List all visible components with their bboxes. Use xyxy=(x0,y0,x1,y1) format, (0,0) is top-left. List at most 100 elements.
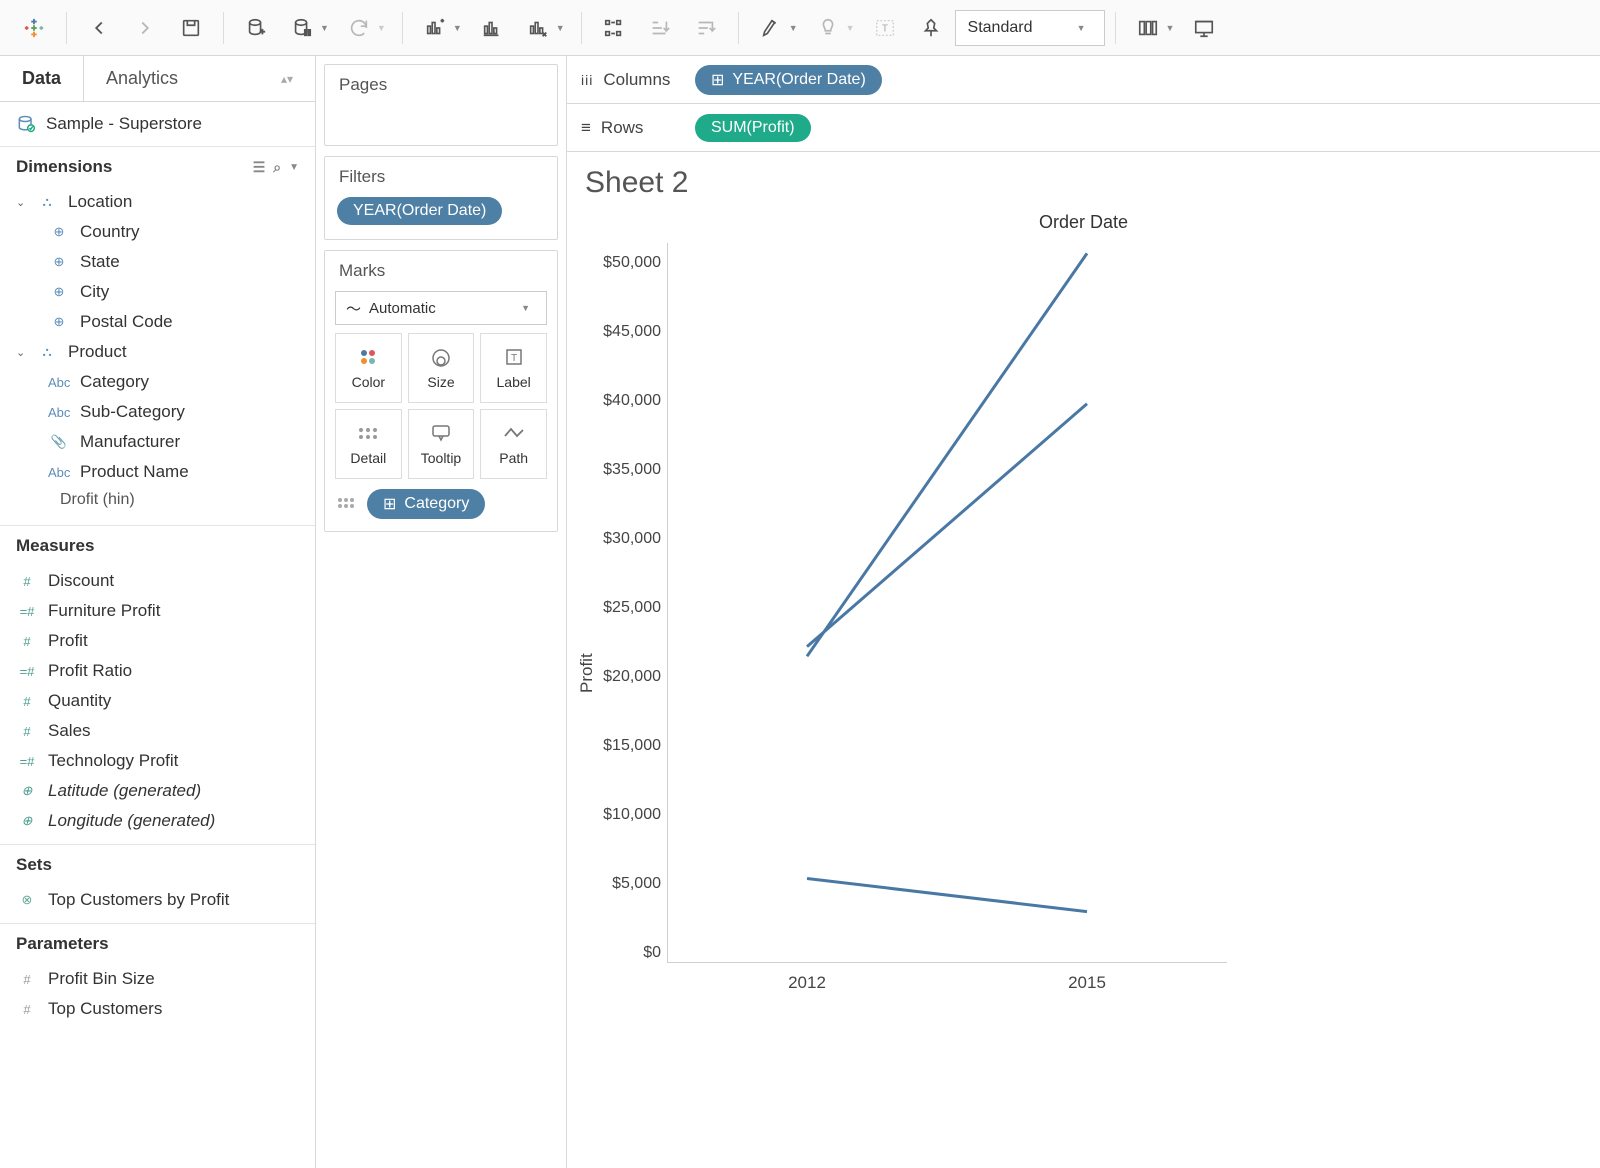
presentation-button[interactable] xyxy=(1182,8,1226,48)
new-worksheet-button[interactable] xyxy=(413,8,457,48)
dropdown-caret-icon[interactable]: ▼ xyxy=(556,23,571,33)
measure-sales[interactable]: #Sales xyxy=(0,716,315,746)
highlight-button[interactable] xyxy=(749,8,793,48)
analytics-label: Analytics xyxy=(106,68,178,89)
dropdown-caret-icon[interactable]: ▼ xyxy=(789,23,804,33)
forward-button[interactable] xyxy=(123,8,167,48)
measure-profit-ratio[interactable]: =#Profit Ratio xyxy=(0,656,315,686)
y-tick: $20,000 xyxy=(585,668,661,686)
line-glyph-icon: 〜 xyxy=(346,298,361,319)
columns-shelf[interactable]: iiiColumns ⊞YEAR(Order Date) xyxy=(567,56,1600,104)
back-button[interactable] xyxy=(77,8,121,48)
sort-asc-button[interactable] xyxy=(638,8,682,48)
y-tick: $15,000 xyxy=(585,737,661,755)
show-me-button[interactable] xyxy=(1126,8,1170,48)
dim-country[interactable]: ⊕Country xyxy=(0,217,315,247)
path-icon xyxy=(503,422,525,444)
rows-icon: ≡ xyxy=(581,118,591,138)
measure-longitude[interactable]: ⊕Longitude (generated) xyxy=(0,806,315,836)
mark-path[interactable]: Path xyxy=(480,409,547,479)
mark-tooltip[interactable]: Tooltip xyxy=(408,409,475,479)
datasource-row[interactable]: Sample - Superstore xyxy=(0,102,315,147)
measure-latitude[interactable]: ⊕Latitude (generated) xyxy=(0,776,315,806)
measures-header: Measures xyxy=(0,526,315,564)
measure-quantity[interactable]: #Quantity xyxy=(0,686,315,716)
dropdown-caret-icon[interactable]: ▼ xyxy=(320,23,335,33)
parameters-header: Parameters xyxy=(0,924,315,962)
dim-subcategory[interactable]: AbcSub-Category xyxy=(0,397,315,427)
filter-pill-year[interactable]: YEAR(Order Date) xyxy=(337,197,502,225)
rows-pill-sum-profit[interactable]: SUM(Profit) xyxy=(695,114,811,142)
param-profit-bin[interactable]: #Profit Bin Size xyxy=(0,964,315,994)
marks-card: Marks 〜Automatic ▼ Color Size TLabel Det… xyxy=(324,250,558,532)
x-tick: 2015 xyxy=(1068,973,1106,993)
text-button[interactable]: T xyxy=(863,8,907,48)
sets-header: Sets xyxy=(0,845,315,883)
dim-city[interactable]: ⊕City xyxy=(0,277,315,307)
y-tick: $45,000 xyxy=(585,323,661,341)
group-button[interactable] xyxy=(806,8,850,48)
filters-title: Filters xyxy=(325,157,557,197)
chart-canvas[interactable]: Profit $0$5,000$10,000$15,000$20,000$25,… xyxy=(567,237,1600,1168)
tab-data[interactable]: Data xyxy=(0,56,83,101)
tableau-logo[interactable] xyxy=(12,8,56,48)
y-tick: $30,000 xyxy=(585,530,661,548)
sort-desc-button[interactable] xyxy=(684,8,728,48)
search-icon[interactable]: ⌕ xyxy=(273,159,281,176)
columns-pill-year[interactable]: ⊞YEAR(Order Date) xyxy=(695,65,882,95)
y-tick: $10,000 xyxy=(585,806,661,824)
series-line[interactable] xyxy=(807,253,1087,656)
dropdown-caret-icon[interactable]: ▼ xyxy=(453,23,468,33)
duplicate-sheet-button[interactable] xyxy=(470,8,514,48)
detail-pill-category[interactable]: ⊞Category xyxy=(367,489,485,519)
refresh-button[interactable] xyxy=(337,8,381,48)
pause-datasource-button[interactable] xyxy=(280,8,324,48)
menu-caret-icon[interactable]: ▼ xyxy=(289,162,299,173)
dim-state[interactable]: ⊕State xyxy=(0,247,315,277)
measure-furniture-profit[interactable]: =#Furniture Profit xyxy=(0,596,315,626)
measure-tech-profit[interactable]: =#Technology Profit xyxy=(0,746,315,776)
measure-discount[interactable]: #Discount xyxy=(0,566,315,596)
dim-productname[interactable]: AbcProduct Name xyxy=(0,457,315,487)
dim-product[interactable]: ⌄⛬Product xyxy=(0,337,315,367)
dropdown-caret-icon[interactable]: ▼ xyxy=(1166,23,1181,33)
tab-analytics[interactable]: Analytics ▴▾ xyxy=(83,56,315,101)
pin-button[interactable] xyxy=(909,8,953,48)
mark-detail[interactable]: Detail xyxy=(335,409,402,479)
mark-type-dropdown[interactable]: 〜Automatic ▼ xyxy=(335,291,547,325)
pages-title: Pages xyxy=(325,65,557,105)
pages-card[interactable]: Pages xyxy=(324,64,558,146)
data-panel: Data Analytics ▴▾ Sample - Superstore Di… xyxy=(0,56,316,1168)
new-datasource-button[interactable] xyxy=(234,8,278,48)
mark-color[interactable]: Color xyxy=(335,333,402,403)
set-top-customers[interactable]: ⊗Top Customers by Profit xyxy=(0,885,315,915)
series-line[interactable] xyxy=(807,878,1087,911)
save-button[interactable] xyxy=(169,8,213,48)
measure-profit[interactable]: #Profit xyxy=(0,626,315,656)
list-view-icon[interactable]: ☰ xyxy=(253,159,266,176)
detail-icon xyxy=(357,422,379,444)
series-line[interactable] xyxy=(807,404,1087,647)
dim-category[interactable]: AbcCategory xyxy=(0,367,315,397)
dim-truncated[interactable]: Drofit (hin) xyxy=(0,487,315,517)
sheet-title[interactable]: Sheet 2 xyxy=(567,152,1600,206)
color-icon xyxy=(358,346,378,368)
dim-location[interactable]: ⌄⛬Location xyxy=(0,187,315,217)
mark-label[interactable]: TLabel xyxy=(480,333,547,403)
svg-text:T: T xyxy=(881,23,887,34)
svg-text:T: T xyxy=(511,353,517,364)
dim-manufacturer[interactable]: 📎Manufacturer xyxy=(0,427,315,457)
dimensions-header: Dimensions ☰ ⌕ ▼ xyxy=(0,147,315,185)
fit-dropdown[interactable]: Standard ▼ xyxy=(955,10,1105,46)
clear-sheet-button[interactable] xyxy=(516,8,560,48)
dim-postal[interactable]: ⊕Postal Code xyxy=(0,307,315,337)
dropdown-caret-icon[interactable]: ▼ xyxy=(377,23,392,33)
swap-button[interactable] xyxy=(592,8,636,48)
chevron-down-icon: ▼ xyxy=(521,303,536,313)
rows-shelf[interactable]: ≡Rows SUM(Profit) xyxy=(567,104,1600,152)
toolbar: ▼ ▼ ▼ ▼ ▼ ▼ T Standard ▼ ▼ xyxy=(0,0,1600,56)
mark-size[interactable]: Size xyxy=(408,333,475,403)
dropdown-caret-icon[interactable]: ▼ xyxy=(846,23,861,33)
param-top-customers[interactable]: #Top Customers xyxy=(0,994,315,1024)
filters-card[interactable]: Filters YEAR(Order Date) xyxy=(324,156,558,240)
